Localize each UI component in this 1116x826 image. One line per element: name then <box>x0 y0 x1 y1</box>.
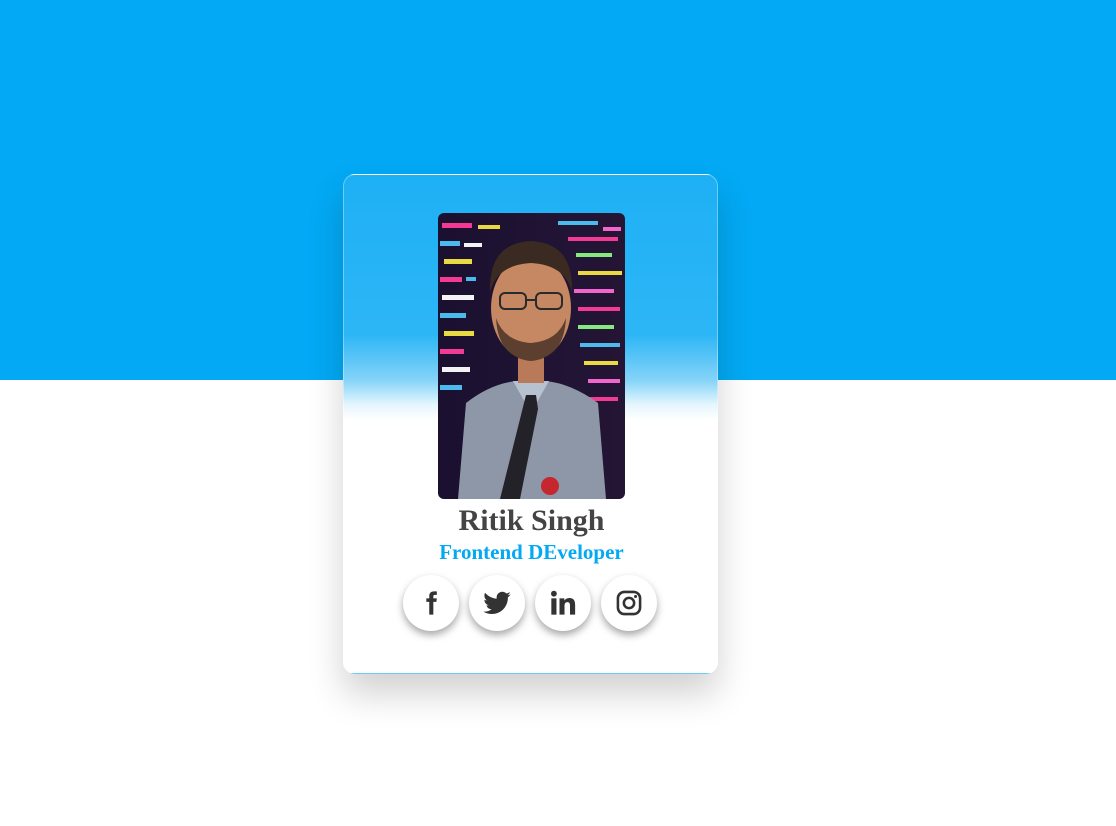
social-links <box>403 575 661 633</box>
profile-photo-image <box>438 213 625 499</box>
instagram-icon <box>616 590 642 616</box>
twitter-icon <box>483 591 511 614</box>
twitter-button[interactable] <box>469 575 525 631</box>
profile-name: Ritik Singh <box>458 504 605 537</box>
facebook-icon <box>426 591 437 615</box>
linkedin-icon <box>550 590 576 615</box>
page: Ritik Singh Frontend DEveloper <box>0 0 1116 826</box>
profile-card: Ritik Singh Frontend DEveloper <box>343 174 718 674</box>
facebook-button[interactable] <box>403 575 459 631</box>
profile-photo <box>438 213 625 499</box>
instagram-button[interactable] <box>601 575 657 631</box>
linkedin-button[interactable] <box>535 575 591 631</box>
profile-role: Frontend DEveloper <box>439 540 624 564</box>
